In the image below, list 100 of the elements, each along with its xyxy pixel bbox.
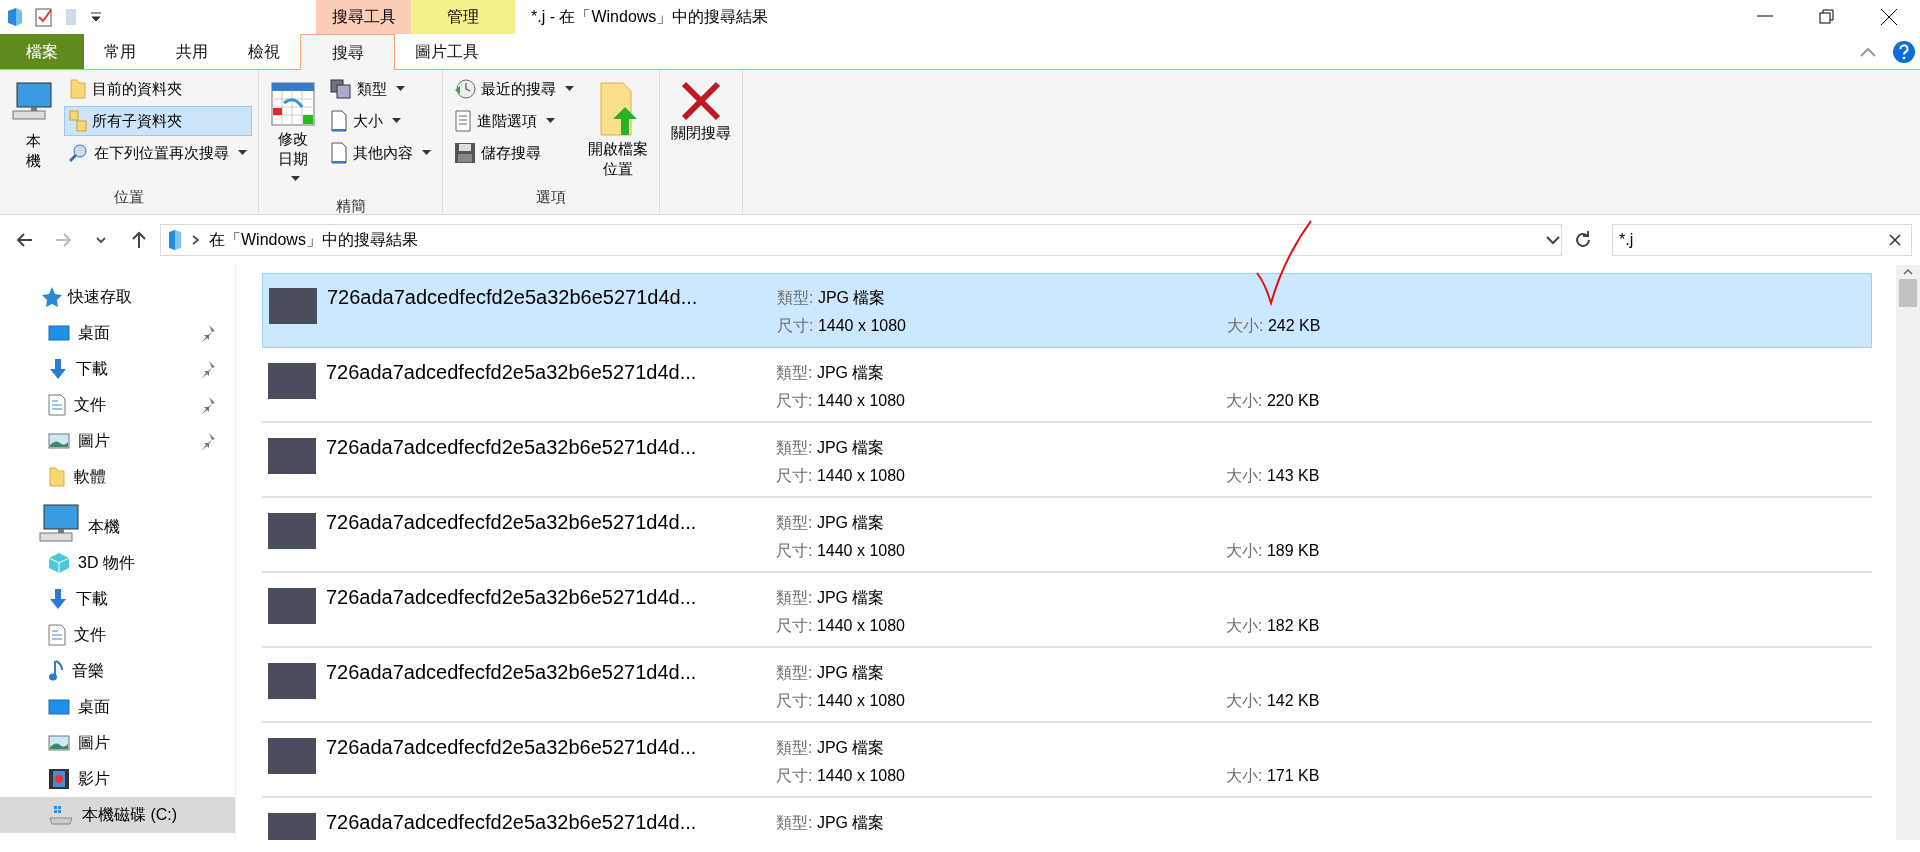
nav-item[interactable]: 文件 (0, 617, 235, 653)
ribbon-tab[interactable]: 檔案 (0, 34, 84, 69)
chevron-right-icon[interactable] (191, 234, 201, 246)
file-name: 726ada7adcedfecfd2e5a32b6e5271d4d... (327, 285, 699, 310)
nav-item[interactable]: 影片 (0, 761, 235, 797)
nav-item[interactable]: 下載 (0, 581, 235, 617)
ribbon-button[interactable]: 所有子資料夾 (64, 106, 252, 136)
window-title: *.j - 在「Windows」中的搜尋結果 (530, 7, 770, 27)
ribbon-button[interactable]: 其他內容 (325, 138, 436, 168)
file-property: 類型: JPG 檔案 (776, 363, 886, 383)
file-property: 大小: 143 KB (1226, 466, 1321, 486)
scrollbar-thumb[interactable] (1899, 279, 1917, 307)
collapse-ribbon-icon[interactable] (1859, 45, 1878, 58)
ribbon-button[interactable]: 本機 (6, 74, 60, 177)
file-property: 類型: JPG 檔案 (776, 663, 886, 683)
drive-icon (48, 804, 74, 826)
search-results-icon (167, 229, 183, 251)
photo-placeholder (268, 438, 316, 474)
ribbon-button[interactable]: 類型 (325, 74, 436, 104)
ribbon-button[interactable]: 儲存搜尋 (449, 138, 579, 168)
ribbon-button[interactable]: 在下列位置再次搜尋 (64, 138, 252, 168)
nav-item[interactable]: 本機磁碟 (C:) (0, 797, 235, 833)
desktop-icon (48, 698, 70, 716)
file-name: 726ada7adcedfecfd2e5a32b6e5271d4d... (326, 360, 698, 385)
nav-item[interactable]: 下載 (0, 351, 235, 387)
ribbon-button[interactable]: 開啟檔案位置 (583, 74, 653, 185)
folder-icon (69, 78, 87, 100)
file-row[interactable]: 726ada7adcedfecfd2e5a32b6e5271d4d... 類型: JPG 檔案 尺寸: 1440 x 1080 大小: 189 KB (262, 498, 1872, 573)
file-name: 726ada7adcedfecfd2e5a32b6e5271d4d... (326, 735, 698, 760)
ribbon-button[interactable]: 最近的搜尋 (449, 74, 579, 104)
ribbon-tab[interactable]: 搜尋 (300, 34, 395, 70)
nav-item[interactable]: 圖片 (0, 423, 235, 459)
nav-section[interactable]: 本機 (0, 509, 235, 545)
properties-icon[interactable] (34, 6, 54, 28)
file-row[interactable]: 726ada7adcedfecfd2e5a32b6e5271d4d... 類型: JPG 檔案 (262, 798, 1872, 840)
file-property: 尺寸: 1440 x 1080 (776, 616, 906, 636)
ribbon-button[interactable]: 關閉搜尋 (666, 74, 736, 150)
ribbon-tab[interactable]: 檢視 (228, 34, 300, 69)
nav-item[interactable]: 圖片 (0, 725, 235, 761)
group-label: 位置 (113, 186, 145, 207)
ribbon-tab[interactable]: 常用 (84, 34, 156, 69)
ribbon-button[interactable]: 目前的資料夾 (64, 74, 252, 104)
file-property: 類型: JPG 檔案 (777, 288, 887, 308)
file-property: 大小: 220 KB (1226, 391, 1321, 411)
help-icon[interactable] (1892, 39, 1917, 64)
file-property: 尺寸: 1440 x 1080 (776, 391, 906, 411)
file-property: 大小: 142 KB (1226, 691, 1321, 711)
search-field[interactable]: *.j (1612, 224, 1912, 256)
photo-placeholder (268, 663, 316, 699)
picture-icon (48, 432, 70, 450)
ribbon-button[interactable]: 進階選項 (449, 106, 579, 136)
nav-item[interactable]: 文件 (0, 387, 235, 423)
file-property: 尺寸: 1440 x 1080 (777, 316, 907, 336)
nav-section[interactable]: 快速存取 (0, 279, 235, 315)
ribbon-button[interactable]: 修改日期 (265, 74, 321, 195)
file-row[interactable]: 726ada7adcedfecfd2e5a32b6e5271d4d... 類型: JPG 檔案 尺寸: 1440 x 1080 大小: 182 KB (262, 573, 1872, 648)
file-row[interactable]: 726ada7adcedfecfd2e5a32b6e5271d4d... 類型: JPG 檔案 尺寸: 1440 x 1080 大小: 143 KB (262, 423, 1872, 498)
folder-icon (48, 466, 66, 488)
app-icon (6, 7, 24, 27)
document-icon (48, 624, 66, 646)
music-note-icon (48, 659, 64, 683)
photo-placeholder (269, 288, 317, 324)
file-row[interactable]: 726ada7adcedfecfd2e5a32b6e5271d4d... 類型: JPG 檔案 尺寸: 1440 x 1080 大小: 220 KB (262, 348, 1872, 423)
file-name: 726ada7adcedfecfd2e5a32b6e5271d4d... (326, 585, 698, 610)
file-property: 尺寸: 1440 x 1080 (776, 691, 906, 711)
caret-icon[interactable] (90, 12, 102, 22)
nav-item[interactable]: 桌面 (0, 689, 235, 725)
file-property: 類型: JPG 檔案 (776, 813, 886, 833)
close-icon[interactable] (1888, 233, 1902, 247)
picture-icon (48, 734, 70, 752)
nav-item[interactable]: 音樂 (0, 653, 235, 689)
file-row[interactable]: 726ada7adcedfecfd2e5a32b6e5271d4d... 類型: JPG 檔案 尺寸: 1440 x 1080 大小: 171 KB (262, 723, 1872, 798)
calendar-icon (270, 81, 316, 127)
file-property: 類型: JPG 檔案 (776, 438, 886, 458)
file-types-icon (330, 79, 352, 99)
list-icon (454, 110, 472, 132)
down-arrow-icon (48, 358, 68, 380)
file-property: 大小: 182 KB (1226, 616, 1321, 636)
photo-placeholder (268, 738, 316, 774)
nav-item[interactable]: 軟體 (0, 459, 235, 495)
film-icon (48, 768, 70, 790)
refresh-icon[interactable] (1573, 230, 1593, 250)
file-property: 類型: JPG 檔案 (776, 513, 886, 533)
desktop-icon (48, 324, 70, 342)
group-label: 精簡 (334, 195, 367, 216)
ribbon-tab[interactable]: 圖片工具 (395, 34, 499, 69)
dropdown-chevron-icon[interactable] (1545, 234, 1561, 246)
address-bar[interactable]: 在「Windows」中的搜尋結果 (160, 224, 1562, 256)
folders-icon (69, 110, 87, 132)
file-property: 尺寸: 1440 x 1080 (776, 541, 906, 561)
close-icon[interactable] (1878, 6, 1900, 28)
ribbon-tab[interactable]: 共用 (156, 34, 228, 69)
file-name: 726ada7adcedfecfd2e5a32b6e5271d4d... (326, 435, 698, 460)
file-row[interactable]: 726ada7adcedfecfd2e5a32b6e5271d4d... 類型: JPG 檔案 尺寸: 1440 x 1080 大小: 142 KB (262, 648, 1872, 723)
nav-item[interactable]: 3D 物件 (0, 545, 235, 581)
close-search-icon (681, 81, 721, 121)
down-arrow-icon (48, 588, 68, 610)
ribbon-button[interactable]: 大小 (325, 106, 436, 136)
nav-item[interactable]: 桌面 (0, 315, 235, 351)
file-row[interactable]: 726ada7adcedfecfd2e5a32b6e5271d4d... 類型: JPG 檔案 尺寸: 1440 x 1080 大小: 242 KB (262, 273, 1872, 348)
